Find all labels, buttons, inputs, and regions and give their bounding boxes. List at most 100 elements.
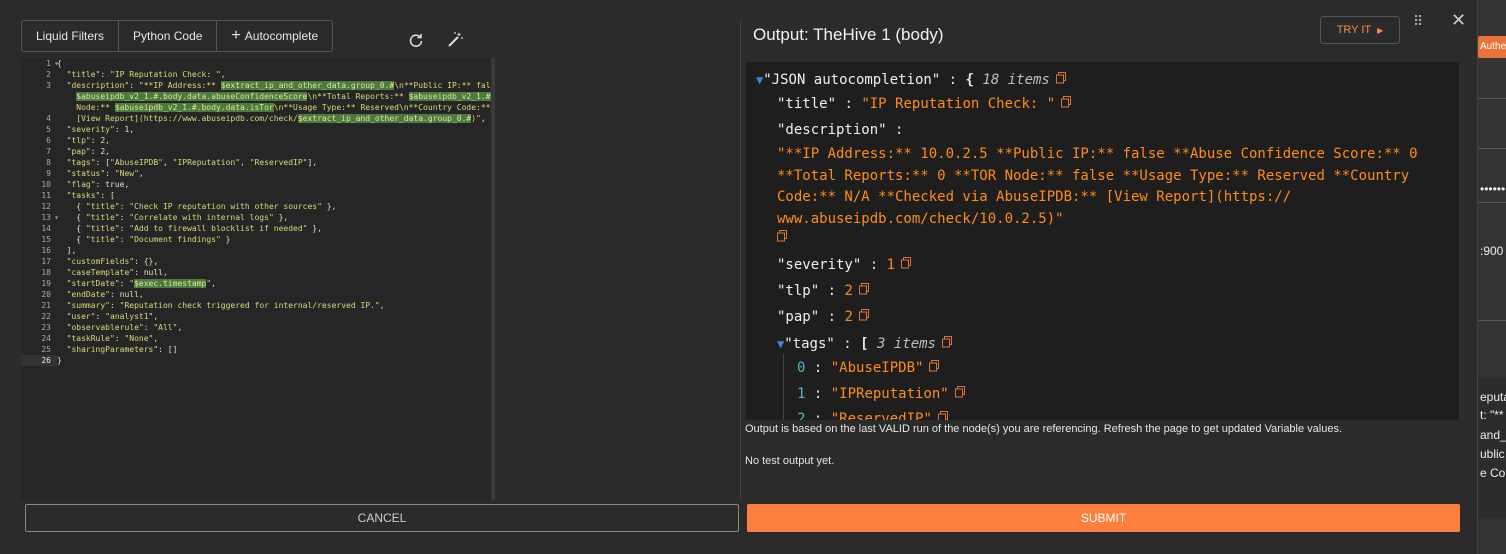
cancel-button[interactable]: CANCEL	[25, 504, 739, 532]
line-number: 23	[41, 323, 51, 332]
tab-label: Python Code	[133, 29, 203, 43]
copy-icon[interactable]	[858, 283, 869, 295]
code-line: ],	[57, 246, 77, 255]
code-line: "caseTemplate": null,	[66, 268, 168, 277]
code-line: "sharingParameters": []	[66, 345, 178, 354]
copy-icon[interactable]	[954, 386, 965, 398]
json-index: 2	[797, 411, 806, 420]
copy-icon[interactable]	[777, 230, 787, 242]
code-line: "taskRule": "None",	[66, 334, 159, 343]
code-line: "tasks": [	[66, 191, 115, 200]
close-icon[interactable]: ✕	[1451, 10, 1469, 30]
copy-icon[interactable]	[1061, 96, 1072, 108]
code-line: {	[57, 59, 62, 68]
background-line: t: "**	[1480, 408, 1504, 422]
copy-icon[interactable]	[929, 360, 940, 372]
magic-wand-icon[interactable]	[445, 30, 465, 50]
code-line: "observablerule": "All",	[66, 323, 183, 332]
json-row-tlp: "tlp" : 2	[777, 283, 869, 299]
line-number: 1	[21, 58, 59, 69]
background-badge: Authe	[1478, 36, 1506, 58]
code-line: { "title": "Document findings" }	[57, 235, 231, 244]
copy-icon[interactable]	[858, 309, 869, 321]
try-it-button[interactable]: TRY IT ▶	[1320, 16, 1400, 44]
json-value: 2	[844, 309, 853, 325]
line-number: 15	[41, 235, 51, 244]
json-key: "severity"	[777, 257, 862, 273]
line-number: 24	[41, 334, 51, 343]
tab-label: Liquid Filters	[36, 29, 105, 43]
json-key: "tlp"	[777, 283, 820, 299]
background-line: e Co	[1480, 466, 1506, 480]
background-line: and_o	[1480, 428, 1506, 442]
tree-guide-line	[783, 354, 784, 420]
code-line: "title": "IP Reputation Check: ",	[66, 70, 226, 79]
background-port: :900	[1480, 244, 1504, 258]
copy-icon[interactable]	[937, 411, 948, 420]
json-key: "tags"	[784, 336, 835, 352]
line-number: 6	[46, 136, 51, 145]
line-number-gutter: 1234567891011121314151617181920212223242…	[21, 58, 59, 500]
output-note: Output is based on the last VALID run of…	[745, 423, 1343, 435]
json-description-value: "**IP Address:** 10.0.2.5 **Public IP:**…	[777, 144, 1449, 252]
json-value: "**IP Address:** 10.0.2.5 **Public IP:**…	[777, 146, 1418, 227]
line-number: 17	[41, 257, 51, 266]
tab-autocomplete[interactable]: + Autocomplete	[217, 21, 332, 51]
code-area[interactable]: { "title": "IP Reputation Check: ", "des…	[57, 58, 495, 500]
editor-panel: Liquid Filters Python Code + Autocomplete…	[0, 0, 740, 500]
code-line: { "title": "Correlate with internal logs…	[57, 213, 289, 222]
code-line: "startDate": "$exec.timestamp",	[66, 279, 216, 288]
background-divider	[1478, 148, 1506, 149]
background-divider	[1478, 202, 1506, 203]
refresh-icon[interactable]	[406, 30, 426, 50]
json-row-title: "title" : "IP Reputation Check: "	[777, 96, 1072, 112]
drag-handle-icon[interactable]: ⠿	[1413, 12, 1427, 30]
line-number: 3	[46, 81, 51, 90]
json-index: 0	[797, 360, 806, 376]
code-line: { "title": "Add to firewall blocklist if…	[57, 224, 322, 233]
background-masked: ••••••	[1480, 182, 1506, 196]
code-line: }	[57, 356, 62, 365]
variable-editor-modal: Liquid Filters Python Code + Autocomplete…	[0, 0, 1478, 554]
tab-liquid-filters[interactable]: Liquid Filters	[22, 21, 120, 51]
json-row-tag: 1 : "IPReputation"	[797, 386, 965, 402]
json-root-row[interactable]: ▼"JSON autocompletion" : { 18 items	[756, 72, 1066, 88]
background-line: eputa	[1480, 390, 1506, 404]
background-app: Authe •••••• :900 eputa t: "** and_o ubl…	[1478, 0, 1506, 554]
submit-button[interactable]: SUBMIT	[747, 504, 1460, 532]
code-line: "severity": 1,	[66, 125, 135, 134]
line-number: 18	[41, 268, 51, 277]
code-line: "endDate": null,	[66, 290, 144, 299]
code-editor[interactable]: 1234567891011121314151617181920212223242…	[21, 58, 495, 500]
json-value: 1	[886, 257, 896, 273]
line-number: 16	[41, 246, 51, 255]
code-line: "description": "**IP Address:** $extract…	[66, 81, 495, 90]
line-number: 19	[41, 279, 51, 288]
json-key: "description"	[777, 122, 887, 138]
editor-scrollbar[interactable]	[491, 58, 495, 500]
json-key: "title"	[777, 96, 837, 112]
line-number: 13	[21, 212, 59, 223]
copy-icon[interactable]	[1055, 72, 1066, 84]
line-number: 22	[41, 312, 51, 321]
json-value: "AbuseIPDB"	[830, 360, 924, 376]
json-row-tag: 2 : "ReservedIP"	[797, 411, 948, 420]
try-it-label: TRY IT	[1336, 24, 1372, 36]
editor-tabs: Liquid Filters Python Code + Autocomplete	[21, 20, 334, 52]
background-line: ublic	[1480, 447, 1505, 461]
code-line: "summary": "Reputation check triggered f…	[66, 301, 385, 310]
code-line: "customFields": {},	[66, 257, 159, 266]
copy-icon[interactable]	[942, 336, 952, 348]
line-number: 8	[46, 158, 51, 167]
code-line: "tlp": 2,	[66, 136, 110, 145]
background-divider	[1478, 320, 1506, 321]
tab-label: Autocomplete	[244, 29, 319, 43]
json-output-viewer[interactable]: ▼"JSON autocompletion" : { 18 items "tit…	[746, 62, 1459, 420]
line-number: 2	[46, 70, 51, 79]
json-item-count: 3 items	[876, 336, 936, 352]
copy-icon[interactable]	[901, 257, 912, 269]
json-row-tags[interactable]: ▼"tags" : [ 3 items	[777, 336, 952, 352]
code-line: "flag": true,	[66, 180, 130, 189]
tab-python-code[interactable]: Python Code	[119, 21, 218, 51]
